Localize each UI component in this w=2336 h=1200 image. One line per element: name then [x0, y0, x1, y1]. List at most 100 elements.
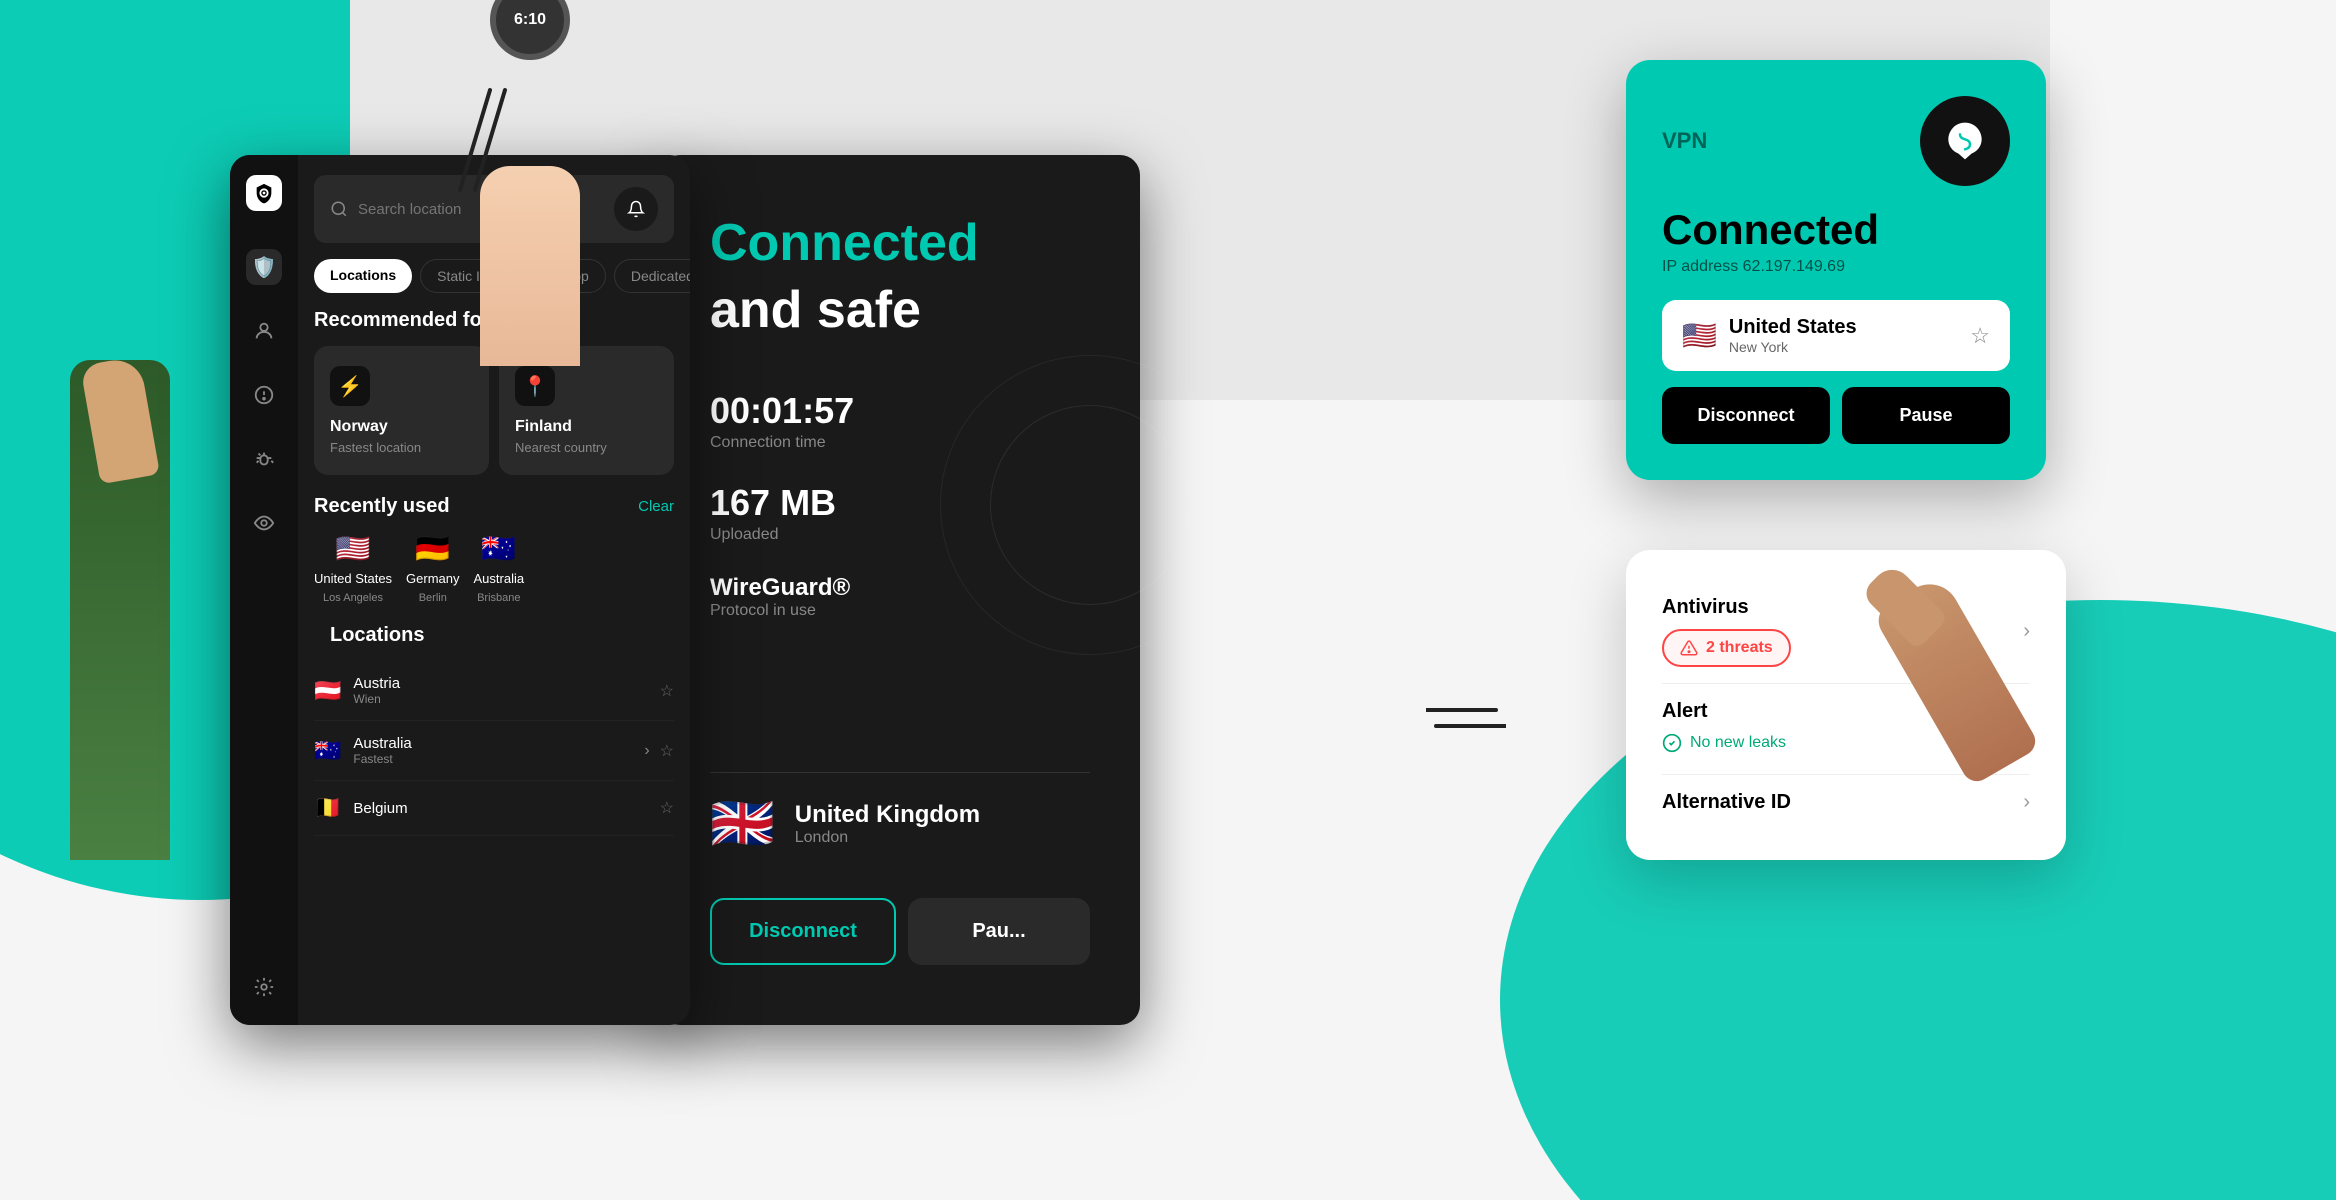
connected-location-info: United Kingdom London — [795, 801, 1090, 847]
australia-expand[interactable]: › — [644, 742, 649, 760]
connected-subtitle: and safe — [710, 280, 1090, 340]
de-flag: 🇩🇪 — [415, 532, 450, 565]
au-flag: 🇦🇺 — [481, 532, 516, 565]
de-city: Berlin — [419, 592, 447, 604]
austria-info: Austria Wien — [353, 675, 647, 706]
locations-section: Locations 🇦🇹 Austria Wien ☆ 🇦🇺 Australia… — [298, 624, 690, 836]
warning-icon — [1680, 639, 1698, 657]
vpn-card-location-info: United States New York — [1729, 316, 1958, 355]
vpn-app-window: 🛡️ Locations — [230, 155, 690, 1025]
vpn-card-country: United States — [1729, 316, 1958, 339]
antivirus-label: Antivirus — [1662, 596, 1791, 619]
norway-name: Norway — [330, 418, 473, 436]
vpn-card-label: VPN — [1662, 128, 1707, 154]
recently-used-title: Recently used — [314, 495, 450, 518]
wrist-decoration: 6:10 — [480, 0, 580, 366]
vpn-card-actions: Disconnect Pause — [1662, 387, 2010, 444]
australia-flag: 🇦🇺 — [314, 738, 341, 764]
location-belgium[interactable]: 🇧🇪 Belgium ☆ — [314, 781, 674, 836]
belgium-name: Belgium — [353, 800, 647, 817]
recommended-grid: ⚡ Norway Fastest location 📍 Finland Near… — [298, 346, 690, 495]
favorite-button[interactable]: ☆ — [1970, 323, 1990, 349]
austria-sub: Wien — [353, 692, 647, 706]
sidebar-icon-bug[interactable] — [246, 441, 282, 477]
app-logo — [246, 175, 282, 211]
app-sidebar: 🛡️ — [230, 155, 298, 1025]
alt-id-chevron[interactable]: › — [2023, 791, 2030, 814]
australia-sub: Fastest — [353, 752, 632, 766]
us-city: Los Angeles — [323, 592, 383, 604]
austria-actions: ☆ — [660, 681, 674, 701]
australia-info: Australia Fastest — [353, 735, 632, 766]
recent-item-us[interactable]: 🇺🇸 United States Los Angeles — [314, 532, 392, 604]
connected-country: United Kingdom — [795, 801, 1090, 829]
threats-badge[interactable]: 2 threats — [1662, 629, 1791, 667]
alt-id-label: Alternative ID — [1662, 791, 1791, 814]
action-buttons: Disconnect Pau... — [710, 898, 1090, 965]
australia-actions: › ☆ — [644, 741, 674, 761]
check-circle-icon — [1662, 733, 1682, 753]
finland-icon: 📍 — [515, 366, 555, 406]
vpn-card-ip: IP address 62.197.149.69 — [1662, 258, 2010, 276]
location-australia[interactable]: 🇦🇺 Australia Fastest › ☆ — [314, 721, 674, 781]
sidebar-icon-alert[interactable] — [246, 377, 282, 413]
tab-locations[interactable]: Locations — [314, 259, 412, 293]
us-country: United States — [314, 571, 392, 586]
vpn-card-city: New York — [1729, 339, 1958, 355]
threats-count: 2 threats — [1706, 639, 1773, 657]
australia-name: Australia — [353, 735, 632, 752]
connected-title: Connected — [710, 215, 1090, 272]
no-leaks-badge: No new leaks — [1662, 733, 1786, 753]
squiggle-right — [1426, 700, 1506, 740]
austria-flag: 🇦🇹 — [314, 678, 341, 704]
vpn-card-flag: 🇺🇸 — [1682, 319, 1717, 352]
norway-sub: Fastest location — [330, 440, 473, 455]
no-leaks-text: No new leaks — [1690, 734, 1786, 752]
belgium-star[interactable]: ☆ — [660, 798, 674, 818]
connected-city: London — [795, 829, 1090, 847]
card-pause-button[interactable]: Pause — [1842, 387, 2010, 444]
antivirus-chevron[interactable]: › — [2023, 620, 2030, 643]
rec-card-norway[interactable]: ⚡ Norway Fastest location — [314, 346, 489, 475]
austria-star[interactable]: ☆ — [660, 681, 674, 701]
recent-item-de[interactable]: 🇩🇪 Germany Berlin — [406, 532, 459, 604]
connected-panel: Connected and safe 00:01:57 Connection t… — [660, 155, 1140, 1025]
locations-title: Locations — [314, 624, 674, 661]
location-austria[interactable]: 🇦🇹 Austria Wien ☆ — [314, 661, 674, 721]
recent-items: 🇺🇸 United States Los Angeles 🇩🇪 Germany … — [298, 532, 690, 624]
deco-circle-2 — [990, 405, 1190, 605]
alert-label: Alert — [1662, 700, 1786, 723]
au-country: Australia — [474, 571, 525, 586]
vpn-card-status: Connected — [1662, 206, 2010, 254]
sidebar-icon-user[interactable] — [246, 313, 282, 349]
de-country: Germany — [406, 571, 459, 586]
sidebar-icon-eye[interactable] — [246, 505, 282, 541]
recent-item-au[interactable]: 🇦🇺 Australia Brisbane — [474, 532, 525, 604]
left-hand — [30, 360, 210, 1060]
notification-bell[interactable] — [614, 187, 658, 231]
vpn-card-location[interactable]: 🇺🇸 United States New York ☆ — [1662, 300, 2010, 371]
sidebar-icon-shield[interactable]: 🛡️ — [246, 249, 282, 285]
pause-button[interactable]: Pau... — [908, 898, 1090, 965]
connected-flag: 🇬🇧 — [710, 793, 775, 854]
belgium-flag: 🇧🇪 — [314, 795, 341, 821]
australia-star[interactable]: ☆ — [660, 741, 674, 761]
belgium-actions: ☆ — [660, 798, 674, 818]
austria-name: Austria — [353, 675, 647, 692]
tab-dedicated[interactable]: Dedicated — [614, 259, 690, 293]
finland-name: Finland — [515, 418, 658, 436]
finland-sub: Nearest country — [515, 440, 658, 455]
disconnect-button[interactable]: Disconnect — [710, 898, 896, 965]
au-city: Brisbane — [477, 592, 520, 604]
clear-button[interactable]: Clear — [638, 498, 674, 515]
belgium-info: Belgium — [353, 800, 647, 817]
surfshark-logo — [1920, 96, 2010, 186]
sidebar-icon-settings[interactable] — [246, 969, 282, 1005]
norway-icon: ⚡ — [330, 366, 370, 406]
us-flag: 🇺🇸 — [336, 532, 371, 565]
vpn-card-header: VPN — [1662, 96, 2010, 186]
connected-location: 🇬🇧 United Kingdom London — [710, 772, 1090, 874]
card-disconnect-button[interactable]: Disconnect — [1662, 387, 1830, 444]
search-icon — [330, 200, 348, 218]
vpn-card: VPN Connected IP address 62.197.149.69 🇺… — [1626, 60, 2046, 480]
